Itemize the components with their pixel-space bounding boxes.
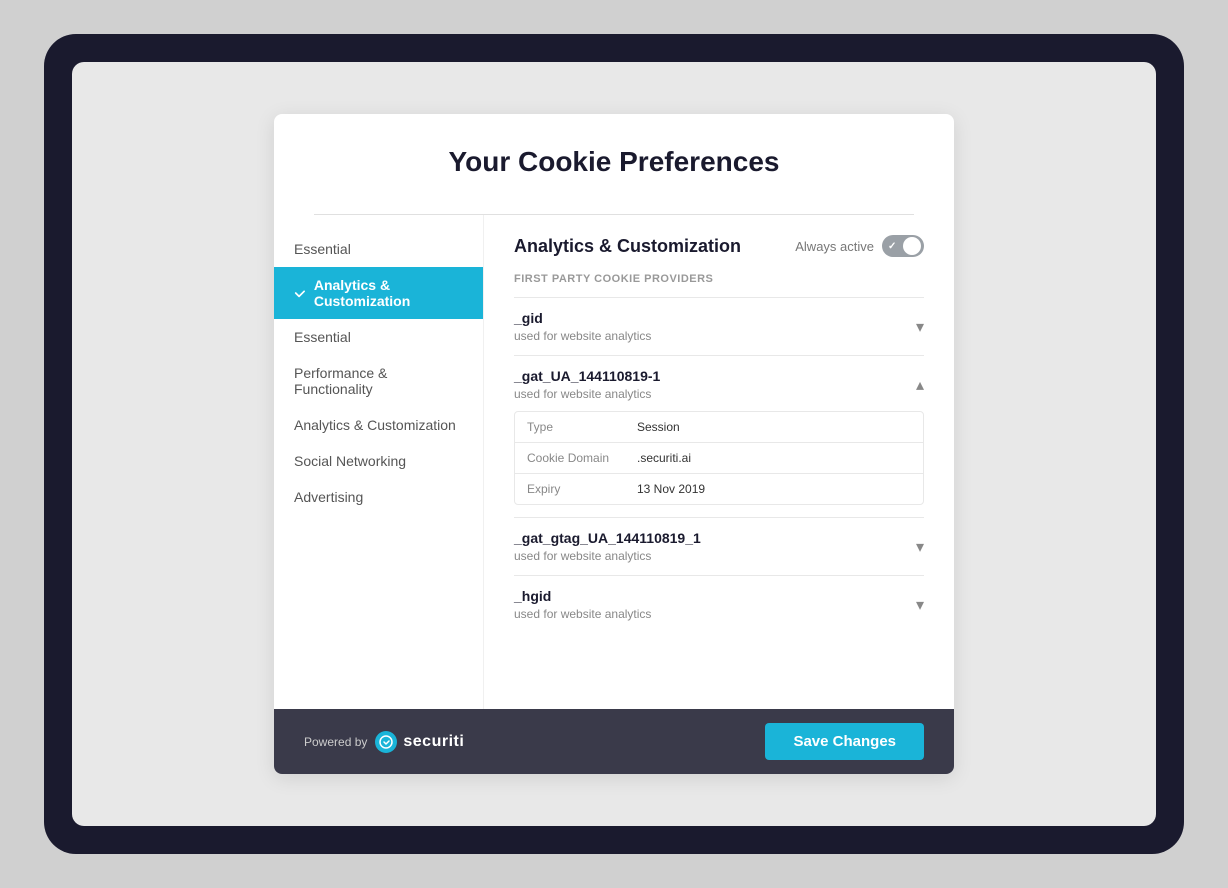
sidebar-item-analytics-customization-active[interactable]: Analytics & Customization — [274, 267, 483, 319]
cookie-item-hgid-header[interactable]: _hgid used for website analytics ▾ — [514, 588, 924, 621]
always-active-label: Always active — [795, 239, 874, 254]
sidebar-item-label: Performance & Functionality — [294, 365, 463, 397]
detail-value-domain: .securiti.ai — [625, 443, 703, 473]
cookie-gid-desc: used for website analytics — [514, 329, 651, 343]
sidebar-item-advertising[interactable]: Advertising — [274, 479, 483, 515]
detail-row-type: Type Session — [515, 412, 923, 443]
always-active-badge: Always active ✓ — [795, 235, 924, 257]
check-icon — [294, 286, 306, 300]
cookie-gat-gtag-desc: used for website analytics — [514, 549, 701, 563]
cookie-item-gat-ua-header[interactable]: _gat_UA_144110819-1 used for website ana… — [514, 368, 924, 401]
detail-value-type: Session — [625, 412, 692, 442]
chevron-hgid-icon: ▾ — [916, 595, 924, 615]
cookie-hgid-desc: used for website analytics — [514, 607, 651, 621]
cookie-hgid-name: _hgid — [514, 588, 651, 604]
sidebar-item-essential[interactable]: Essential — [274, 319, 483, 355]
cookie-gat-gtag-info: _gat_gtag_UA_144110819_1 used for websit… — [514, 530, 701, 563]
chevron-gid-icon: ▾ — [916, 317, 924, 337]
modal-footer: Powered by securiti Save Changes — [274, 709, 954, 774]
cookie-gat-ua-desc: used for website analytics — [514, 387, 660, 401]
chevron-gat-gtag-icon: ▾ — [916, 537, 924, 557]
cookie-item-gid: _gid used for website analytics ▾ — [514, 297, 924, 355]
modal-header: Your Cookie Preferences — [274, 114, 954, 214]
toggle-knob — [903, 237, 921, 255]
content-area: Analytics & Customization Always active … — [484, 215, 954, 709]
content-header: Analytics & Customization Always active … — [514, 235, 924, 257]
securiti-brand-name: securiti — [403, 733, 464, 751]
sidebar: Essential Analytics & Customization Esse… — [274, 215, 484, 709]
cookie-gat-gtag-name: _gat_gtag_UA_144110819_1 — [514, 530, 701, 546]
sidebar-item-essential-top[interactable]: Essential — [274, 231, 483, 267]
powered-by-label: Powered by — [304, 735, 367, 749]
toggle-check-icon: ✓ — [888, 241, 896, 252]
detail-row-expiry: Expiry 13 Nov 2019 — [515, 474, 923, 504]
sidebar-item-label: Essential — [294, 329, 351, 345]
sidebar-item-analytics-customization-2[interactable]: Analytics & Customization — [274, 407, 483, 443]
sidebar-item-label: Advertising — [294, 489, 363, 505]
device-frame: Your Cookie Preferences Essential Analyt… — [44, 34, 1184, 854]
powered-by: Powered by securiti — [304, 731, 464, 753]
always-active-toggle[interactable]: ✓ — [882, 235, 924, 257]
detail-label-type: Type — [515, 412, 625, 442]
cookie-hgid-info: _hgid used for website analytics — [514, 588, 651, 621]
cookie-item-gat-gtag: _gat_gtag_UA_144110819_1 used for websit… — [514, 517, 924, 575]
cookie-gat-ua-name: _gat_UA_144110819-1 — [514, 368, 660, 384]
modal-body: Essential Analytics & Customization Esse… — [274, 215, 954, 709]
sidebar-item-label: Analytics & Customization — [294, 417, 456, 433]
cookie-gat-ua-info: _gat_UA_144110819-1 used for website ana… — [514, 368, 660, 401]
cookie-item-gid-header[interactable]: _gid used for website analytics ▾ — [514, 310, 924, 343]
cookie-item-gat-ua: _gat_UA_144110819-1 used for website ana… — [514, 355, 924, 517]
detail-label-expiry: Expiry — [515, 474, 625, 504]
section-label: FIRST PARTY COOKIE PROVIDERS — [514, 273, 924, 285]
chevron-gat-ua-icon: ▴ — [916, 375, 924, 395]
securiti-icon — [375, 731, 397, 753]
cookie-preferences-modal: Your Cookie Preferences Essential Analyt… — [274, 114, 954, 774]
sidebar-item-label: Essential — [294, 241, 351, 257]
detail-label-domain: Cookie Domain — [515, 443, 625, 473]
sidebar-item-label: Social Networking — [294, 453, 406, 469]
cookie-item-hgid: _hgid used for website analytics ▾ — [514, 575, 924, 633]
sidebar-item-performance-functionality[interactable]: Performance & Functionality — [274, 355, 483, 407]
cookie-gid-info: _gid used for website analytics — [514, 310, 651, 343]
securiti-logo: securiti — [375, 731, 464, 753]
cookie-gid-name: _gid — [514, 310, 651, 326]
device-screen: Your Cookie Preferences Essential Analyt… — [72, 62, 1156, 826]
cookie-item-gat-gtag-header[interactable]: _gat_gtag_UA_144110819_1 used for websit… — [514, 530, 924, 563]
detail-value-expiry: 13 Nov 2019 — [625, 474, 717, 504]
modal-title: Your Cookie Preferences — [314, 146, 914, 178]
content-title: Analytics & Customization — [514, 236, 741, 257]
detail-row-domain: Cookie Domain .securiti.ai — [515, 443, 923, 474]
cookie-gat-ua-details: Type Session Cookie Domain .securiti.ai … — [514, 411, 924, 505]
sidebar-item-social-networking[interactable]: Social Networking — [274, 443, 483, 479]
save-changes-button[interactable]: Save Changes — [765, 723, 924, 760]
sidebar-item-active-label: Analytics & Customization — [314, 277, 463, 309]
